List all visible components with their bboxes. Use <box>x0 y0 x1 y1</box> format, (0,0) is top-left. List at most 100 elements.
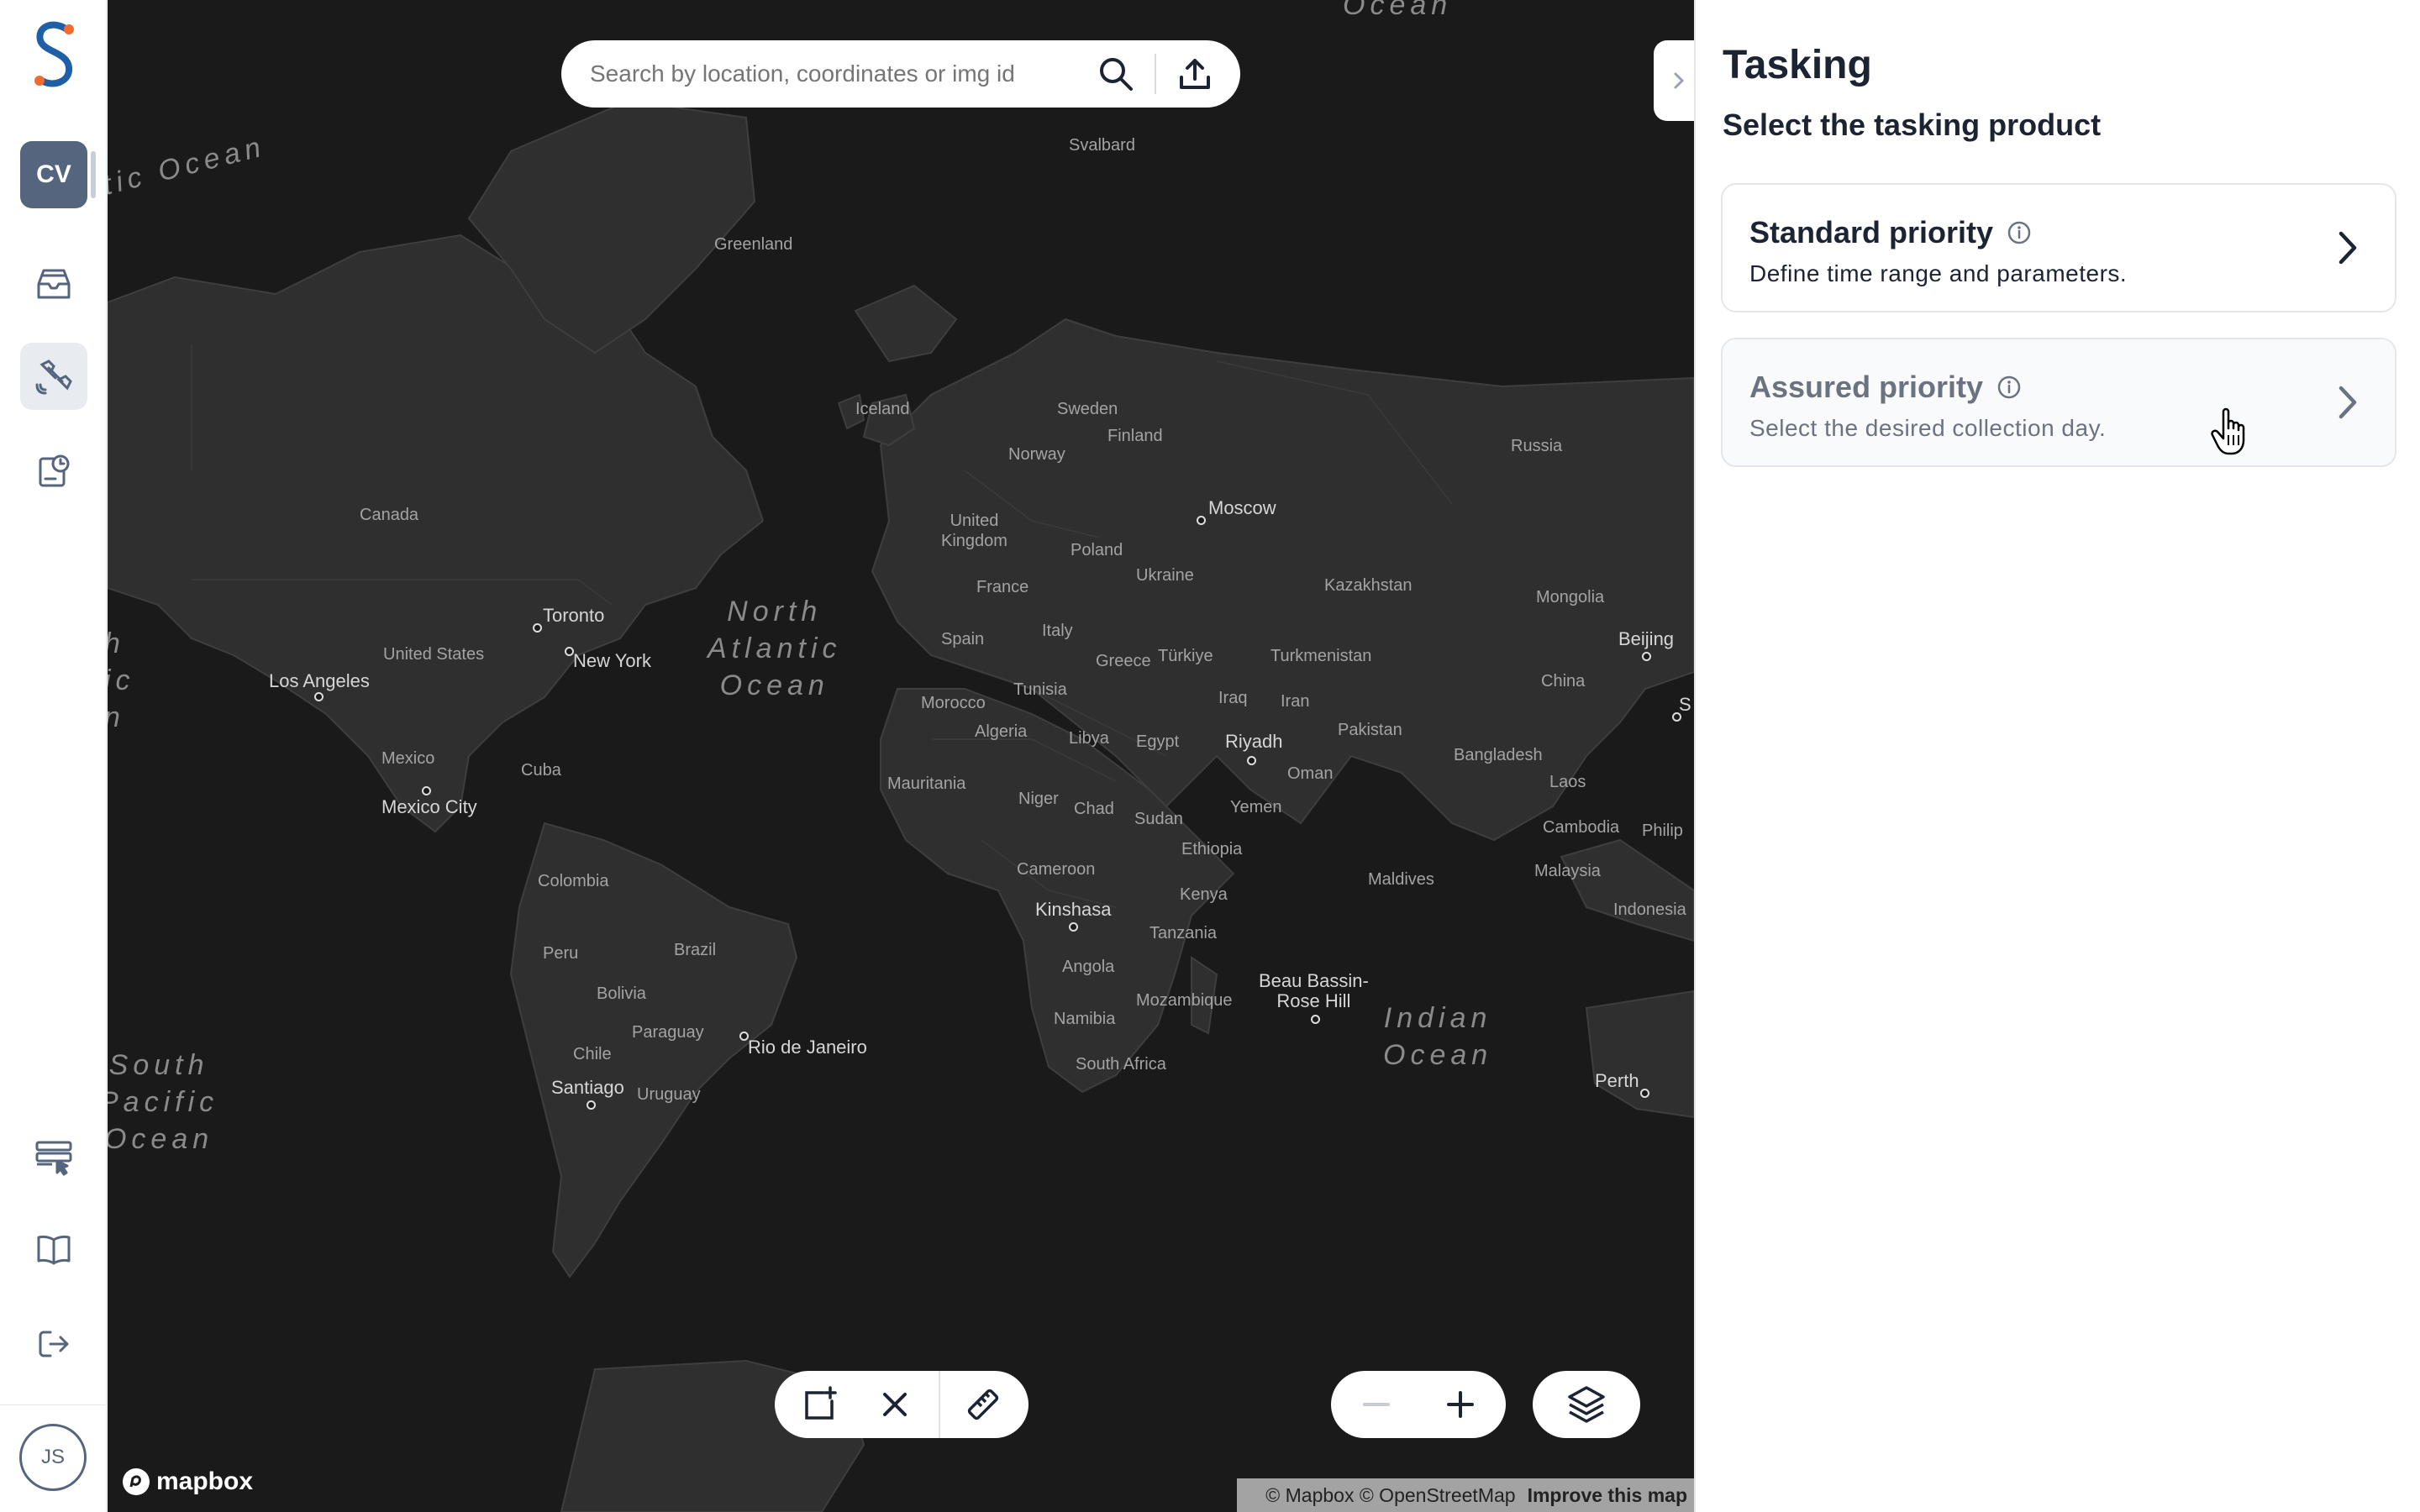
map-label-iran: Iran <box>1281 692 1310 711</box>
map-label-chile: Chile <box>573 1045 612 1063</box>
panel-collapse-tab[interactable] <box>1654 40 1694 121</box>
workspace-badge[interactable]: CV <box>20 141 87 208</box>
map-label-riyadh: Riyadh <box>1225 731 1283 752</box>
map-label-canada: Canada <box>360 506 419 524</box>
info-icon[interactable] <box>2007 220 2032 245</box>
map-label-russia: Russia <box>1511 437 1563 455</box>
map-label-mongolia: Mongolia <box>1536 588 1605 606</box>
search-icon[interactable] <box>1094 52 1138 96</box>
measure-button[interactable] <box>951 1373 1015 1436</box>
map-label-morocco: Morocco <box>921 694 986 712</box>
upload-icon[interactable] <box>1173 52 1217 96</box>
map-label-united-states: United States <box>383 645 485 664</box>
map-label-south-africa: South Africa <box>1076 1055 1166 1074</box>
standard-priority-description: Define time range and parameters. <box>1749 260 2128 286</box>
map-label-paraguay: Paraguay <box>632 1023 704 1042</box>
assured-priority-description: Select the desired collection day. <box>1749 415 2107 441</box>
map-label-beijing: Beijing <box>1618 628 1675 649</box>
map-city-dot-santiago <box>587 1100 596 1110</box>
tasking-panel: Tasking Select the tasking product Stand… <box>1694 0 2420 1512</box>
map-label-maldives: Maldives <box>1368 870 1434 889</box>
map-label-tanzania: Tanzania <box>1150 924 1218 942</box>
map-label-sweden: Sweden <box>1057 400 1118 418</box>
logout-button[interactable] <box>20 1310 87 1378</box>
map-label-oman: Oman <box>1287 764 1334 783</box>
map-label-france: France <box>976 578 1029 596</box>
layers-icon <box>1568 1386 1605 1423</box>
hand-cursor-icon <box>2211 407 2245 455</box>
map-label-norway: Norway <box>1008 445 1065 464</box>
map-label-namibia: Namibia <box>1054 1010 1116 1028</box>
sidebar-divider <box>0 1404 107 1405</box>
chevron-right-icon <box>1674 72 1685 89</box>
map-city-dot-moscow <box>1197 516 1206 525</box>
map-label-pakistan: Pakistan <box>1338 721 1402 739</box>
zoom-in-button[interactable] <box>1428 1373 1492 1436</box>
app-logo[interactable] <box>29 18 79 91</box>
map-label-poland: Poland <box>1071 541 1123 559</box>
map-label-los-angeles: Los Angeles <box>269 670 370 691</box>
map-label-peru: Peru <box>543 944 579 963</box>
standard-priority-card[interactable]: Standard priority Define time range and … <box>1721 183 2396 312</box>
attribution-text[interactable]: © Mapbox © OpenStreetMap <box>1265 1484 1515 1507</box>
map-label-laos: Laos <box>1549 773 1586 791</box>
map-label-greenland: Greenland <box>714 235 793 254</box>
map-label-bangladesh: Bangladesh <box>1454 746 1543 764</box>
clear-button[interactable] <box>863 1373 927 1436</box>
map-label-sudan: Sudan <box>1134 810 1183 828</box>
map-city-dot-beijing <box>1642 652 1651 661</box>
toolbar-divider <box>938 1371 940 1438</box>
map-label-moscow: Moscow <box>1208 497 1276 518</box>
inbox-icon <box>37 269 71 299</box>
map-label-iceland: Iceland <box>855 400 910 418</box>
map-label-turkiye: Türkiye <box>1158 647 1213 665</box>
map-label-colombia: Colombia <box>538 872 609 890</box>
search-input[interactable] <box>588 60 1094 88</box>
map-label-italy: Italy <box>1042 622 1073 640</box>
map-city-dot-beau-bassin <box>1311 1015 1320 1024</box>
ocean-label-south-pacific: South Pacific Ocean <box>108 1049 219 1155</box>
user-avatar[interactable]: JS <box>19 1424 87 1491</box>
user-initials: JS <box>40 1446 65 1468</box>
panel-title: Tasking <box>1723 43 1872 87</box>
reports-button[interactable] <box>20 437 87 504</box>
map-label-indonesia: Indonesia <box>1613 900 1686 919</box>
inbox-button[interactable] <box>20 250 87 318</box>
map-label-bolivia: Bolivia <box>597 984 646 1003</box>
settings-cursor-icon <box>35 1141 72 1176</box>
chevron-right-icon <box>2338 386 2357 419</box>
map-label-uruguay: Uruguay <box>637 1085 701 1104</box>
docs-button[interactable] <box>20 1216 87 1284</box>
map-label-china: China <box>1541 672 1586 690</box>
map-city-dot-mexico-city <box>422 786 431 795</box>
zoom-out-button[interactable] <box>1344 1373 1408 1436</box>
satellite-icon <box>35 360 72 395</box>
layers-button[interactable] <box>1533 1371 1640 1438</box>
book-icon <box>37 1235 71 1265</box>
map-label-spain: Spain <box>941 630 985 648</box>
assured-priority-title: Assured priority <box>1749 370 1984 404</box>
assured-priority-card[interactable]: Assured priority Select the desired coll… <box>1721 338 2396 467</box>
draw-area-button[interactable] <box>788 1373 852 1436</box>
improve-map-link[interactable]: Improve this map <box>1528 1484 1687 1507</box>
info-icon[interactable] <box>1996 375 2022 400</box>
tasking-button[interactable] <box>20 343 87 410</box>
settings-button[interactable] <box>20 1122 87 1189</box>
ocean-label-arctic-top: Ocean <box>1343 0 1453 21</box>
map-label-perth: Perth <box>1595 1070 1639 1091</box>
left-sidebar: CV JS <box>0 0 107 1512</box>
mapbox-logo[interactable]: mapbox <box>121 1467 253 1497</box>
map-label-mexico: Mexico <box>381 749 435 768</box>
map-label-brazil: Brazil <box>674 941 717 959</box>
map-label-toronto: Toronto <box>543 605 605 626</box>
map-label-finland: Finland <box>1107 427 1163 445</box>
zoom-controls <box>1331 1371 1506 1438</box>
mapbox-icon <box>123 1468 150 1495</box>
map-canvas[interactable]: Svalbard Greenland Iceland Sweden Norway… <box>108 0 1694 1512</box>
search-divider <box>1155 54 1156 94</box>
map-label-cambodia: Cambodia <box>1543 818 1620 837</box>
map-label-malaysia: Malaysia <box>1534 862 1601 880</box>
map-city-dot-riyadh <box>1247 756 1256 765</box>
map-label-ukraine: Ukraine <box>1136 566 1194 585</box>
map-label-mexico-city: Mexico City <box>381 796 477 817</box>
